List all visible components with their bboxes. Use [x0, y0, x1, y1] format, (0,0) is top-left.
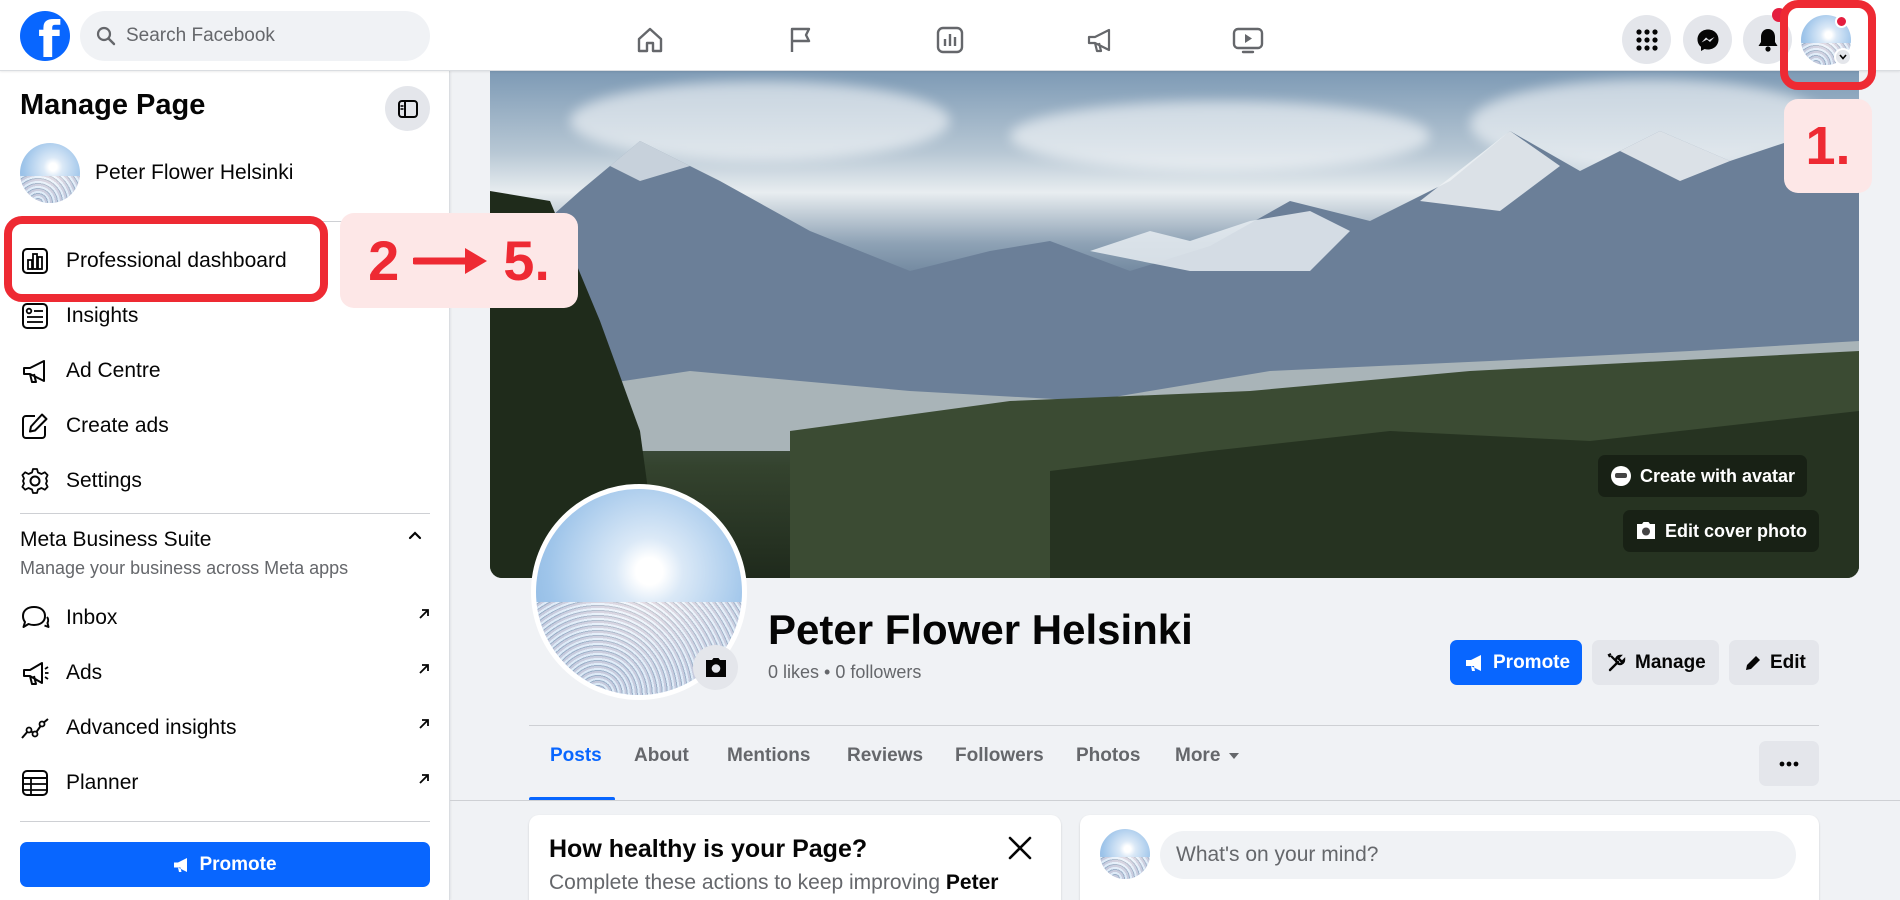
camera-icon: [1635, 521, 1657, 541]
external-link-icon: [418, 608, 430, 620]
page-switcher[interactable]: Peter Flower Helsinki: [20, 143, 293, 203]
dashboard-nav-icon[interactable]: [920, 16, 980, 64]
chat-icon: [20, 603, 50, 633]
collapse-sidebar-button[interactable]: [385, 86, 430, 131]
post-composer-input[interactable]: [1160, 831, 1796, 879]
gear-icon: [20, 466, 50, 496]
sidebar-item-settings[interactable]: Settings: [20, 457, 430, 505]
messenger-icon[interactable]: [1683, 15, 1732, 64]
search-icon: [96, 26, 116, 46]
sidebar-promote-button[interactable]: Promote: [20, 842, 430, 887]
tab-about[interactable]: About: [634, 745, 689, 767]
megaphone-icon: [20, 658, 50, 688]
page-title: Peter Flower Helsinki: [768, 606, 1193, 653]
close-icon[interactable]: [1005, 833, 1035, 863]
megaphone-icon[interactable]: [1070, 16, 1130, 64]
health-card-subtitle: Complete these actions to keep improving…: [549, 871, 999, 894]
search-input[interactable]: [126, 25, 406, 47]
search-bar[interactable]: [80, 11, 430, 61]
annotation-highlight-dashboard: [4, 216, 328, 302]
page-name-label: Peter Flower Helsinki: [95, 161, 294, 184]
menu-grid-icon[interactable]: [1622, 15, 1671, 64]
annotation-highlight-avatar: [1780, 0, 1876, 90]
megaphone-icon: [173, 857, 191, 873]
tab-mentions[interactable]: Mentions: [727, 745, 810, 767]
sidebar-promote-label: Promote: [199, 853, 277, 875]
meta-business-suite-heading: Meta Business Suite: [20, 528, 212, 551]
sidebar-item-create-ads[interactable]: Create ads: [20, 402, 430, 450]
divider: [450, 800, 1900, 801]
tools-icon: [1607, 652, 1627, 673]
sidebar-item-ad-centre[interactable]: Ad Centre: [20, 347, 430, 395]
external-link-icon: [418, 718, 430, 730]
megaphone-icon: [20, 356, 50, 386]
collapse-sidebar-icon: [397, 99, 418, 118]
arrow-right-icon: [413, 247, 488, 274]
sidebar-item-planner[interactable]: Planner: [20, 759, 430, 807]
caret-down-icon: [1228, 752, 1240, 760]
calendar-icon: [20, 768, 50, 798]
more-options-button[interactable]: [1759, 741, 1819, 786]
sidebar-item-label: Planner: [66, 771, 139, 794]
tab-more[interactable]: More: [1175, 745, 1240, 767]
facebook-logo[interactable]: f: [20, 11, 70, 61]
more-dots-icon: [1779, 761, 1799, 766]
divider: [529, 725, 1819, 726]
pencil-icon: [1744, 654, 1762, 672]
tab-photos[interactable]: Photos: [1076, 745, 1140, 767]
flag-icon[interactable]: [770, 16, 830, 64]
sidebar-item-advanced-insights[interactable]: Advanced insights: [20, 704, 430, 752]
manage-button[interactable]: Manage: [1592, 640, 1719, 685]
sidebar-item-label: Create ads: [66, 414, 169, 437]
meta-business-suite-subtitle: Manage your business across Meta apps: [20, 558, 349, 578]
post-composer-card: [1080, 815, 1819, 900]
edit-cover-photo-button[interactable]: Edit cover photo: [1623, 510, 1820, 552]
trend-icon: [20, 713, 50, 743]
external-link-icon: [418, 773, 430, 785]
page-health-card: How healthy is your Page? Complete these…: [529, 815, 1061, 900]
page-stats: 0 likes • 0 followers: [768, 662, 922, 682]
sidebar-item-label: Ads: [66, 661, 103, 684]
sidebar-item-label: Insights: [66, 304, 139, 327]
sidebar-item-inbox[interactable]: Inbox: [20, 594, 430, 642]
health-card-title: How healthy is your Page?: [549, 835, 868, 863]
sidebar-item-label: Settings: [66, 469, 142, 492]
edit-icon: [20, 411, 50, 441]
camera-icon[interactable]: [693, 645, 738, 690]
video-icon[interactable]: [1218, 16, 1278, 64]
sidebar-item-label: Advanced insights: [66, 716, 237, 739]
tab-posts[interactable]: Posts: [550, 745, 602, 767]
avatar-icon: [1610, 465, 1632, 487]
sidebar-item-ads[interactable]: Ads: [20, 649, 430, 697]
sidebar-item-label: Inbox: [66, 606, 118, 629]
home-icon[interactable]: [620, 16, 680, 64]
divider: [20, 821, 430, 822]
insights-icon: [20, 301, 50, 331]
annotation-step-2-to-5: 2 5.: [340, 213, 578, 308]
megaphone-icon: [1465, 654, 1485, 672]
chevron-up-icon[interactable]: [408, 530, 422, 540]
external-link-icon: [418, 663, 430, 675]
edit-button[interactable]: Edit: [1729, 640, 1819, 685]
manage-page-sidebar: Manage Page Peter Flower Helsinki Profes…: [0, 71, 450, 900]
divider: [20, 513, 430, 514]
sidebar-title: Manage Page: [20, 89, 206, 121]
top-navigation-bar: f: [0, 0, 1900, 71]
promote-button[interactable]: Promote: [1450, 640, 1582, 685]
create-with-avatar-button[interactable]: Create with avatar: [1598, 455, 1808, 497]
sidebar-item-label: Ad Centre: [66, 359, 161, 382]
annotation-step-1: 1.: [1784, 99, 1872, 193]
page-avatar: [20, 143, 80, 203]
composer-avatar: [1100, 829, 1150, 879]
tab-reviews[interactable]: Reviews: [847, 745, 923, 767]
tab-followers[interactable]: Followers: [955, 745, 1044, 767]
